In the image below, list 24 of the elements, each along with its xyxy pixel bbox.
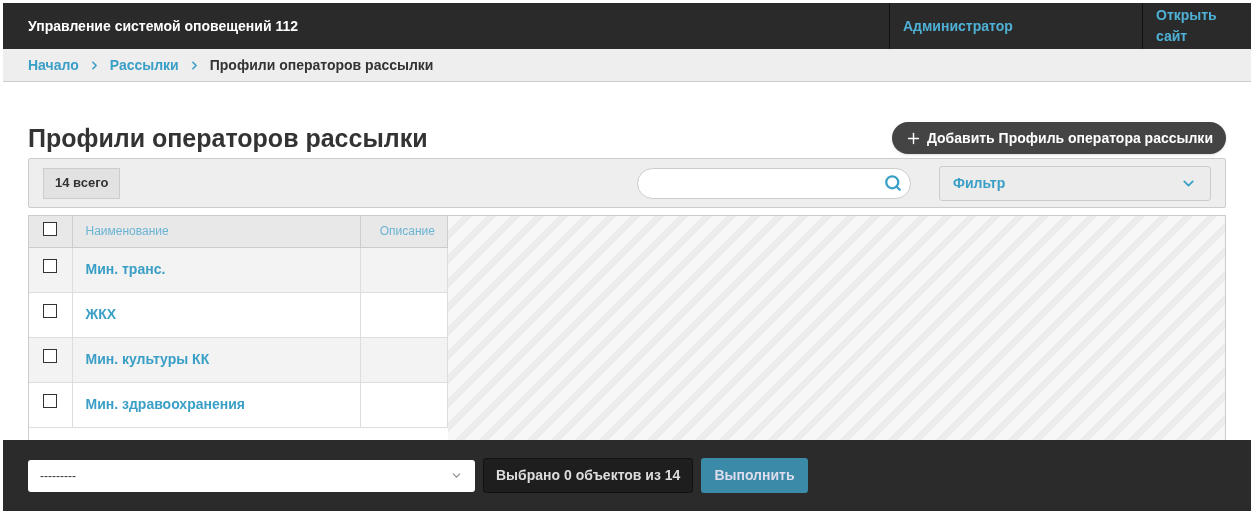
checkbox[interactable]	[43, 348, 58, 363]
checkbox[interactable]	[43, 303, 58, 318]
column-header[interactable]: Описание	[360, 216, 448, 247]
breadcrumb-current: Профили операторов рассылки	[209, 55, 434, 75]
search-icon	[884, 174, 902, 192]
filter-dropdown[interactable]: Фильтр	[939, 165, 1211, 201]
checkbox[interactable]	[43, 258, 58, 273]
checkbox[interactable]	[43, 221, 58, 236]
breadcrumb-link[interactable]: Начало	[28, 54, 79, 76]
row-link[interactable]: ЖКХ	[85, 306, 117, 322]
action-select[interactable]: ---------	[28, 459, 475, 492]
row-link[interactable]: Мин. транс.	[85, 261, 166, 277]
site-title: Управление системой оповещений 112	[27, 16, 299, 36]
page-title: Профили операторов рассылки	[28, 122, 428, 154]
row-link[interactable]: Мин. здравоохранения	[85, 396, 245, 412]
run-button[interactable]: Выполнить	[701, 458, 808, 493]
column-header[interactable]: Наименование	[72, 216, 360, 247]
total-count: 14 всего	[43, 167, 121, 199]
add-button[interactable]: Добавить Профиль оператора рассылки	[891, 122, 1226, 154]
breadcrumb-link[interactable]: Рассылки	[109, 54, 179, 76]
checkbox[interactable]	[43, 393, 58, 408]
selection-count: Выбрано 0 объектов из 14	[483, 458, 694, 493]
row-link[interactable]: Мин. культуры КК	[85, 351, 210, 367]
search-field[interactable]	[637, 167, 911, 199]
